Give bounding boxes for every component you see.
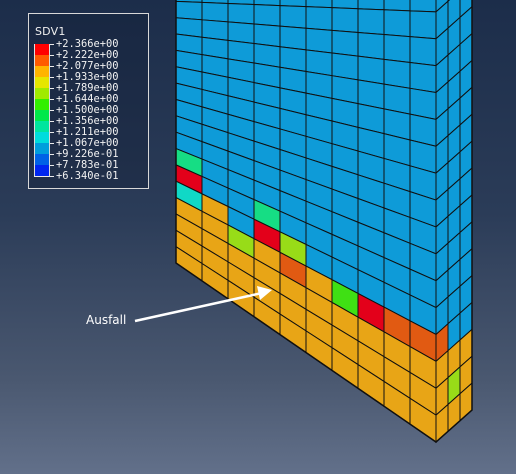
viewport[interactable]: SDV1 +2.366e+00 +2.222e+00 +2.077e+00 +1.93… bbox=[0, 0, 516, 474]
mesh-element bbox=[253, 23, 281, 48]
mesh-element bbox=[305, 27, 333, 54]
mesh-element bbox=[357, 31, 385, 60]
mesh-element bbox=[409, 10, 437, 40]
mesh-element bbox=[357, 55, 385, 85]
mesh-element bbox=[357, 0, 385, 11]
mesh-element bbox=[409, 36, 437, 67]
mesh-element bbox=[227, 2, 255, 25]
legend-swatch bbox=[34, 143, 50, 154]
legend-tick bbox=[34, 176, 54, 177]
legend-swatch bbox=[34, 99, 50, 110]
legend-swatch bbox=[34, 165, 50, 176]
mesh-element bbox=[383, 9, 411, 38]
legend-swatch bbox=[34, 110, 50, 121]
legend-panel: SDV1 +2.366e+00 +2.222e+00 +2.077e+00 +1.93… bbox=[28, 13, 149, 189]
legend-swatch bbox=[34, 132, 50, 143]
annotation-label: Ausfall bbox=[86, 313, 127, 327]
mesh-element bbox=[227, 21, 255, 45]
mesh-element bbox=[253, 3, 281, 27]
mesh-element bbox=[409, 61, 437, 94]
legend-swatch bbox=[34, 66, 50, 77]
mesh-element bbox=[279, 25, 307, 51]
mesh-element bbox=[279, 5, 307, 29]
mesh-element bbox=[175, 0, 203, 21]
mesh-element bbox=[409, 0, 437, 13]
legend-swatch bbox=[34, 154, 50, 165]
side-face bbox=[435, 0, 473, 444]
front-face bbox=[175, 0, 437, 443]
mesh-element bbox=[305, 6, 333, 31]
mesh-element bbox=[383, 0, 411, 12]
legend-swatch bbox=[34, 55, 50, 66]
legend-value: +6.340e-01 bbox=[56, 170, 119, 182]
legend-swatch bbox=[34, 88, 50, 99]
mesh-element bbox=[331, 29, 359, 57]
legend-title: SDV1 bbox=[35, 25, 66, 38]
legend-swatch bbox=[34, 121, 50, 132]
mesh-element bbox=[383, 34, 411, 64]
mesh-element bbox=[331, 7, 359, 33]
mesh-element bbox=[383, 58, 411, 89]
mesh-element bbox=[357, 8, 385, 36]
mesh-element bbox=[201, 1, 229, 23]
legend-swatch bbox=[34, 77, 50, 88]
legend-swatch bbox=[34, 44, 50, 55]
